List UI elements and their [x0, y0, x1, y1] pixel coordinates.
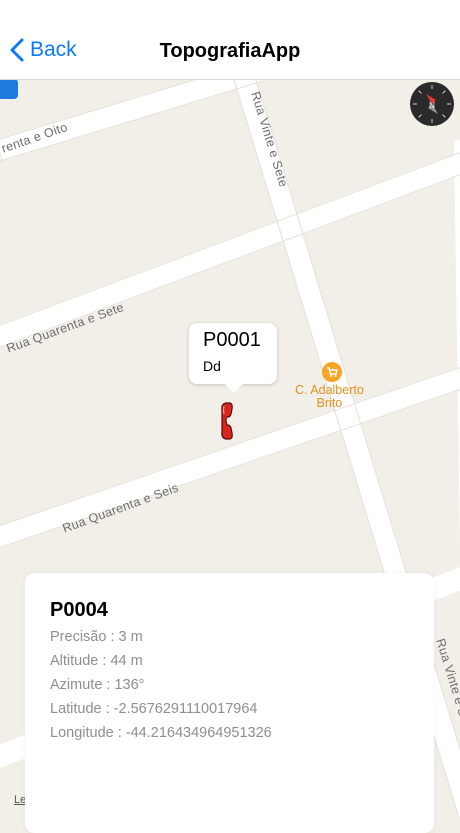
navigation-bar: Back TopografiaApp	[0, 0, 460, 80]
phone-icon	[221, 402, 233, 440]
altitude-row: Altitude : 44 m	[50, 653, 143, 669]
longitude-row: Longitude : -44.216434964951326	[50, 725, 272, 741]
point-details-card: P0004 Precisão : 3 m Altitude : 44 m Azi…	[25, 573, 434, 833]
latitude-row: Latitude : -2.5676291110017964	[50, 701, 258, 717]
page-title: TopografiaApp	[159, 40, 301, 62]
annotation-callout[interactable]: P0001 Dd	[189, 323, 277, 393]
phone-marker[interactable]	[220, 400, 246, 447]
location-arrow-icon[interactable]	[0, 79, 18, 99]
callout-subtitle: Dd	[203, 358, 221, 374]
compass-button[interactable]: N	[410, 82, 454, 126]
poi-label-line2: Brito	[316, 396, 343, 410]
poi-marker[interactable]	[322, 362, 342, 382]
point-name: P0004	[50, 599, 108, 621]
compass-icon: N	[413, 85, 451, 123]
precision-row: Precisão : 3 m	[50, 629, 143, 645]
svg-text:N: N	[429, 101, 435, 110]
azimuth-row: Azimute : 136°	[50, 677, 145, 693]
callout-title: P0001	[203, 329, 261, 351]
callout-tail	[224, 383, 244, 393]
shopping-cart-icon	[327, 367, 338, 377]
poi-label[interactable]: C. Adalberto Brito	[295, 384, 364, 410]
